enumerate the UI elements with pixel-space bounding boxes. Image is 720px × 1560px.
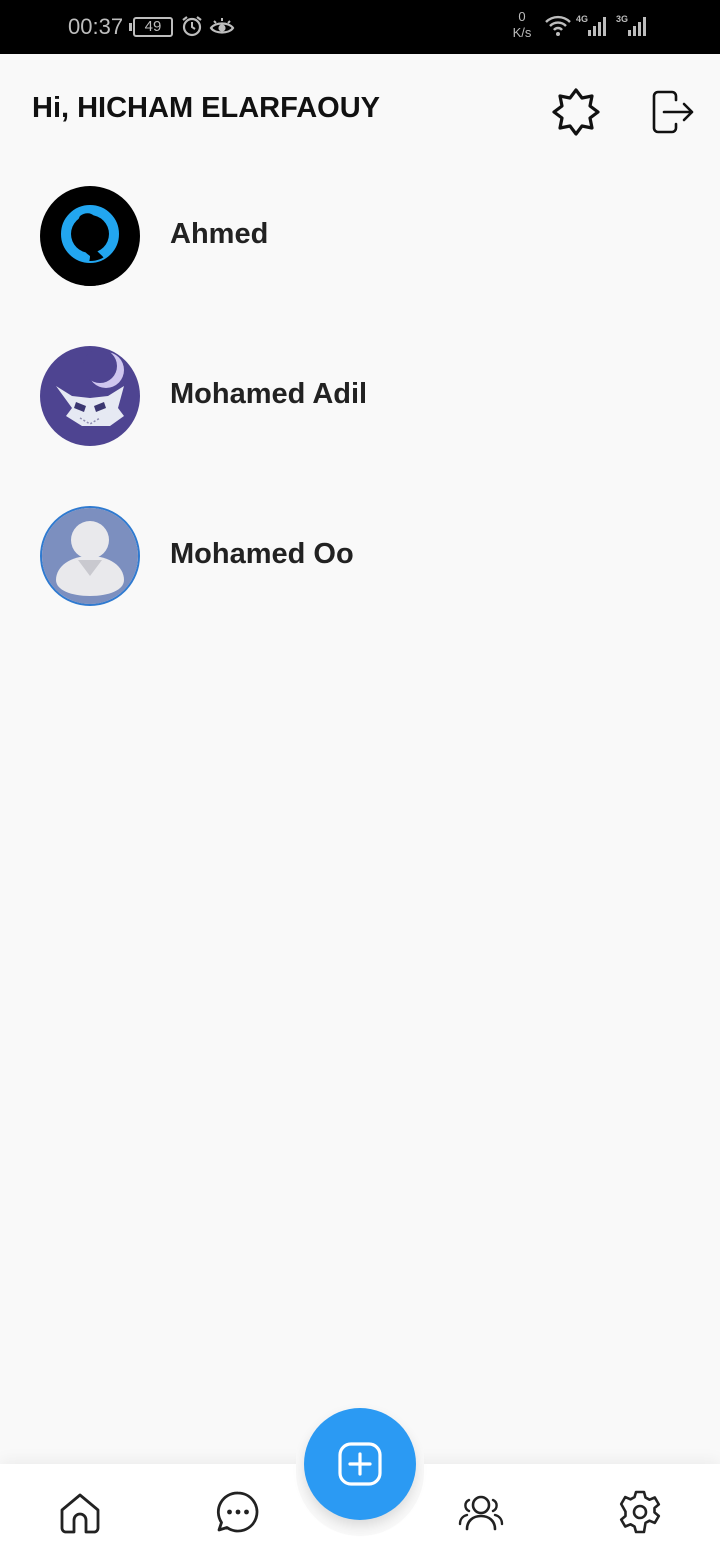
greeting-title: Hi, HICHAM ELARFAOUY xyxy=(32,92,380,124)
contact-name: Mohamed Adil xyxy=(170,378,368,410)
status-time: 00:37 xyxy=(68,14,124,39)
avatar xyxy=(40,186,140,286)
status-bar: 00:37 49 0 K/s 4G 3G xyxy=(0,0,720,54)
avatar xyxy=(40,506,140,606)
settings-icon xyxy=(619,1490,661,1534)
contact-row-ahmed[interactable]: Ahmed xyxy=(0,166,720,326)
home-icon xyxy=(60,1493,100,1534)
default-user-avatar-icon xyxy=(42,508,138,604)
contact-name: Ahmed xyxy=(170,218,269,250)
nav-chat-button[interactable] xyxy=(214,1488,262,1536)
theme-toggle-button[interactable] xyxy=(550,86,602,138)
contact-name: Mohamed Oo xyxy=(170,538,354,570)
avatar xyxy=(40,346,140,446)
silhouette-avatar-icon xyxy=(40,186,140,286)
signal-3g-icon: 3G xyxy=(616,14,652,38)
contact-row-mohamed-adil[interactable]: Mohamed Adil xyxy=(0,326,720,486)
signal-4g-icon: 4G xyxy=(576,14,612,38)
logout-icon xyxy=(652,90,694,134)
eye-icon xyxy=(209,18,235,34)
nav-groups-button[interactable] xyxy=(457,1488,505,1536)
chat-icon xyxy=(216,1491,259,1533)
alarm-icon xyxy=(182,16,202,37)
group-icon xyxy=(458,1495,504,1531)
speed-value: 0 xyxy=(518,9,526,24)
mask-avatar-icon xyxy=(40,346,140,446)
contact-list: Ahmed Mohamed Adil Mohamed Oo xyxy=(0,166,720,646)
battery-icon: 49 xyxy=(129,17,173,37)
add-button[interactable] xyxy=(304,1408,416,1520)
contact-row-mohamed-oo[interactable]: Mohamed Oo xyxy=(0,486,720,646)
theme-toggle-icon xyxy=(552,88,600,136)
app-header: Hi, HICHAM ELARFAOUY xyxy=(0,54,720,164)
wifi-icon xyxy=(545,15,571,36)
add-icon xyxy=(338,1442,382,1486)
speed-unit: K/s xyxy=(512,25,532,40)
logout-button[interactable] xyxy=(646,86,698,138)
network-speed: 0 K/s xyxy=(506,9,538,41)
nav-home-button[interactable] xyxy=(56,1488,104,1536)
nav-settings-button[interactable] xyxy=(616,1488,664,1536)
